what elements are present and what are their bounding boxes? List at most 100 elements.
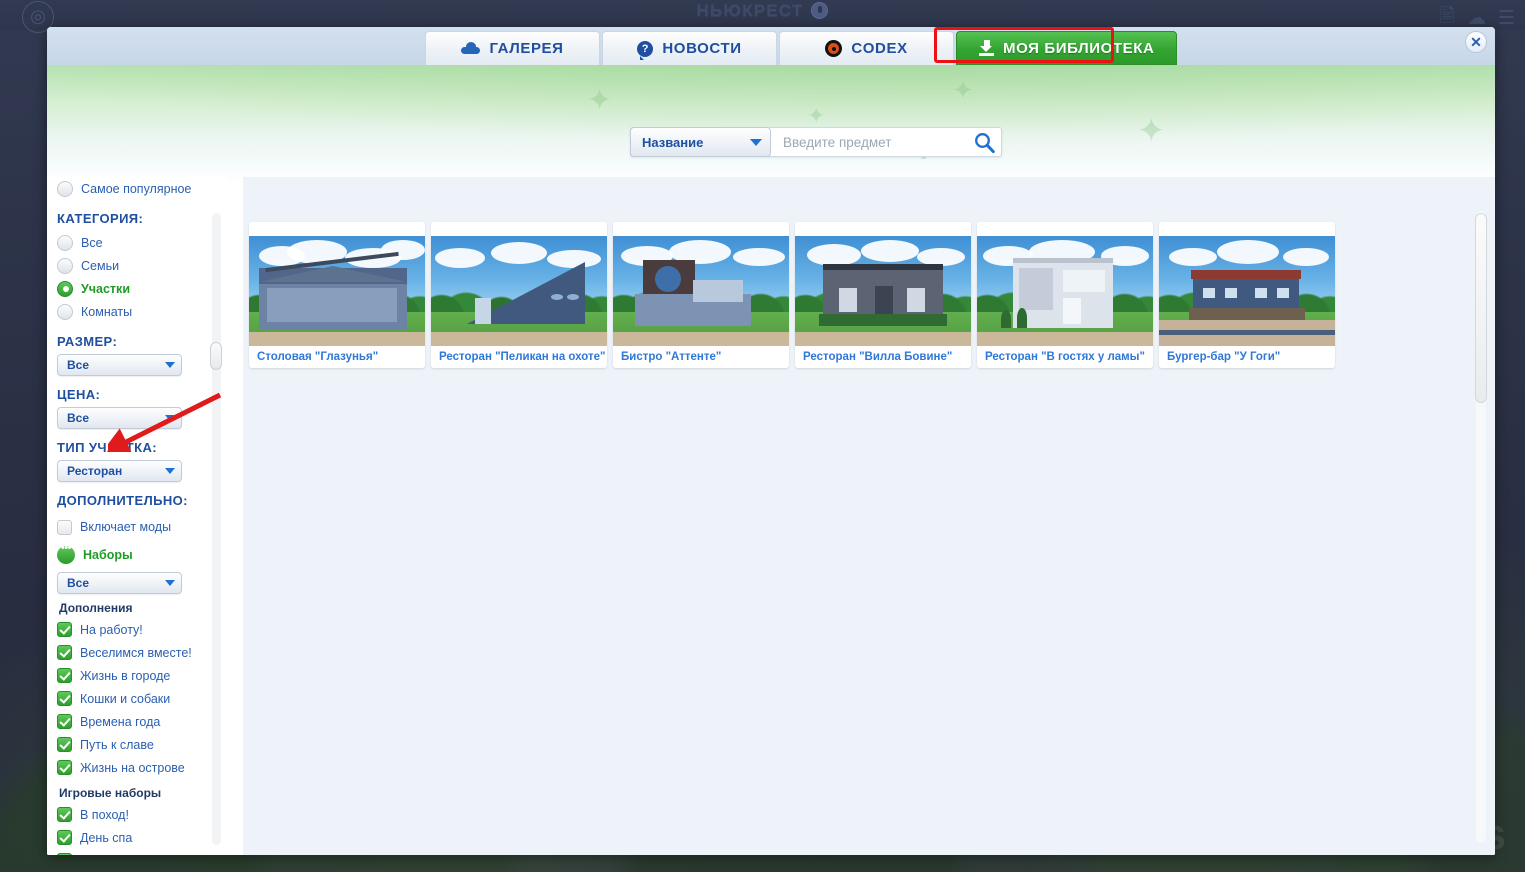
pack-item-label: Путь к славе [80, 737, 154, 752]
pack-group-game-packs-heading: Игровые наборы [59, 786, 162, 800]
tab-gallery-label: ГАЛЕРЕЯ [489, 40, 564, 57]
pack-item-outdoor-retreat[interactable]: В поход! [57, 803, 227, 826]
location-pin-icon [811, 2, 829, 19]
filter-most-popular-label: Самое популярное [81, 181, 192, 196]
tab-codex[interactable]: CODEX [779, 31, 954, 65]
pack-item-label: Времена года [80, 714, 161, 729]
search-filter-value: Название [642, 134, 704, 150]
close-icon[interactable]: ✕ [1465, 31, 1487, 53]
pack-item-dine-out[interactable]: В ресторане [57, 849, 227, 855]
tab-my-library[interactable]: МОЯ БИБЛИОТЕКА [956, 31, 1178, 65]
packs-dropdown[interactable]: Все [57, 572, 182, 594]
dialog-body: ✦ ✦ ✦ ✦ ✲ Название [47, 65, 1495, 855]
pack-item-label: В ресторане [80, 854, 152, 856]
pack-item-get-together[interactable]: Веселимся вместе! [57, 641, 227, 664]
pack-item-get-famous[interactable]: Путь к славе [57, 733, 227, 756]
category-option-families[interactable]: Семьи [57, 254, 227, 277]
category-option-lots[interactable]: Участки [57, 277, 227, 300]
list-item[interactable]: Бургер-бар "У Гоги" [1159, 222, 1335, 368]
filter-packs[interactable]: Наборы [57, 541, 227, 569]
pack-item-label: Веселимся вместе! [80, 645, 192, 660]
filter-packs-label: Наборы [83, 548, 133, 562]
menu-icon[interactable]: ☰ [1498, 7, 1515, 30]
pack-item-cats-and-dogs[interactable]: Кошки и собаки [57, 687, 227, 710]
pack-item-seasons[interactable]: Времена года [57, 710, 227, 733]
list-item-title: Бистро "Аттенте" [621, 351, 722, 363]
radio-icon-selected [57, 280, 73, 297]
extra-heading: ДОПОЛНИТЕЛЬНО: [57, 493, 188, 508]
card-top-pad [795, 222, 971, 236]
filter-includes-mods[interactable]: Включает моды [57, 513, 227, 541]
list-item[interactable]: Столовая "Глазунья" [249, 222, 425, 368]
checkbox-icon-checked [57, 668, 72, 683]
list-item-title: Бургер-бар "У Гоги" [1167, 351, 1281, 363]
location-title: НЬЮКРЕСТ [696, 1, 804, 20]
chevron-down-icon [165, 580, 175, 586]
chevron-down-icon [165, 415, 175, 421]
search-input[interactable] [771, 128, 967, 156]
pack-item-spa-day[interactable]: День спа [57, 826, 227, 849]
radio-icon [57, 180, 73, 197]
list-item[interactable]: Ресторан "В гостях у ламы" [977, 222, 1153, 368]
lot-thumbnail [431, 236, 607, 346]
lot-type-dropdown-value: Ресторан [67, 464, 123, 478]
radio-icon [57, 303, 73, 320]
gallery-dialog: ГАЛЕРЕЯ ? НОВОСТИ CODEX МОЯ БИБЛИОТЕКА ✕ [47, 27, 1495, 855]
list-item[interactable]: Ресторан "Пеликан на охоте" [431, 222, 607, 368]
chevron-down-icon [750, 138, 762, 146]
checkbox-icon-checked [57, 830, 72, 845]
pack-item-label: На работу! [80, 622, 143, 637]
tab-news[interactable]: ? НОВОСТИ [602, 31, 777, 65]
card-top-pad [249, 222, 425, 236]
sidebar-scrollbar-thumb[interactable] [210, 342, 222, 370]
tab-my-library-label: МОЯ БИБЛИОТЕКА [1003, 39, 1155, 57]
checkbox-icon [57, 519, 72, 535]
download-icon [979, 40, 994, 56]
list-item-title: Ресторан "В гостях у ламы" [985, 351, 1145, 363]
radio-icon [57, 234, 73, 251]
pack-item-island-living[interactable]: Жизнь на острове [57, 756, 227, 779]
search-icon[interactable] [967, 128, 1001, 156]
checkbox-icon-checked [57, 760, 72, 775]
news-icon: ? [637, 40, 654, 60]
list-item[interactable]: Бистро "Аттенте" [613, 222, 789, 368]
checkbox-icon-checked [57, 737, 72, 752]
results-panel: Столовая "Глазунья" Ресторан "Пеликан на… [243, 177, 1495, 855]
decorative-banner: ✦ ✦ ✦ ✦ ✲ [47, 65, 1495, 185]
tab-gallery[interactable]: ГАЛЕРЕЯ [425, 31, 600, 65]
checkbox-icon-checked [57, 853, 72, 855]
star-deco-icon: ✦ [587, 84, 613, 117]
size-heading: РАЗМЕР: [57, 334, 118, 349]
card-top-pad [1159, 222, 1335, 236]
sidebar-scrollbar-track[interactable] [212, 213, 221, 845]
lot-type-heading: ТИП УЧАСТКА: [57, 440, 157, 455]
results-grid: Столовая "Глазунья" Ресторан "Пеликан на… [249, 222, 1467, 368]
filter-most-popular[interactable]: Самое популярное [57, 177, 227, 200]
category-option-lots-label: Участки [81, 281, 130, 296]
checkbox-icon-checked [57, 714, 72, 729]
lot-thumbnail [249, 236, 425, 346]
card-top-pad [977, 222, 1153, 236]
card-top-pad [431, 222, 607, 236]
search-filter-dropdown[interactable]: Название [630, 127, 771, 157]
price-dropdown[interactable]: Все [57, 407, 182, 429]
results-scrollbar-thumb[interactable] [1475, 213, 1487, 403]
search-bar: Название [630, 127, 1002, 157]
lot-thumbnail [613, 236, 789, 346]
list-item[interactable]: Ресторан "Вилла Бовине" [795, 222, 971, 368]
pack-item-get-to-work[interactable]: На работу! [57, 618, 227, 641]
cloud-icon [461, 42, 481, 54]
pack-item-city-living[interactable]: Жизнь в городе [57, 664, 227, 687]
checkbox-icon-checked [57, 807, 72, 822]
size-dropdown-value: Все [67, 358, 90, 372]
category-option-all[interactable]: Все [57, 231, 227, 254]
price-dropdown-value: Все [67, 411, 90, 425]
chevron-down-icon [165, 468, 175, 474]
category-option-rooms-label: Комнаты [81, 304, 133, 319]
game-screen: ◎ НЬЮКРЕСТ 🖹 ☁ ☰ xGamers ГАЛЕРЕЯ ? НОВОС… [0, 0, 1525, 872]
size-dropdown[interactable]: Все [57, 354, 182, 376]
checkbox-icon-checked [57, 622, 72, 637]
category-option-rooms[interactable]: Комнаты [57, 300, 227, 323]
pack-item-label: Жизнь на острове [80, 760, 185, 775]
lot-type-dropdown[interactable]: Ресторан [57, 460, 182, 482]
